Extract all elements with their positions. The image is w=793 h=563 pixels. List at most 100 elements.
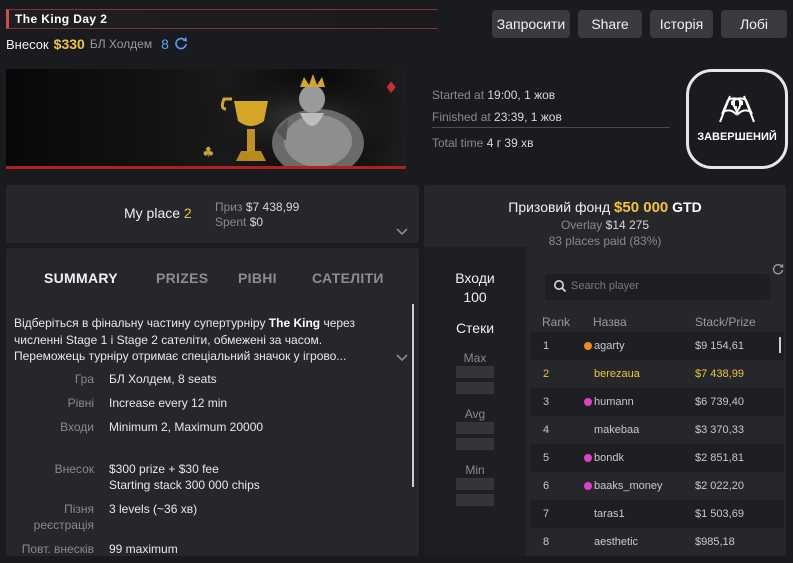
stacks-label: Стеки — [455, 320, 495, 336]
entries-label: Входи — [455, 270, 495, 286]
my-place-label: My place — [124, 205, 181, 221]
row-player-name: bondk — [594, 452, 624, 464]
col-stack[interactable]: Stack/Prize — [695, 315, 756, 329]
tab-satellites[interactable]: САТЕЛІТИ — [312, 270, 384, 286]
row-rank: 1 — [543, 340, 550, 352]
status-dot-icon — [584, 454, 592, 462]
search-player-input[interactable]: Search player — [545, 274, 770, 300]
tab-levels[interactable]: РІВНІ — [238, 270, 277, 286]
info-label: Пізня — [64, 502, 94, 516]
stats-box: Входи 100 Стеки Max Avg Min — [424, 247, 526, 556]
tab-summary[interactable]: SUMMARY — [44, 270, 118, 286]
row-rank: 4 — [543, 424, 550, 436]
lobby-button[interactable]: Лобі — [721, 10, 787, 38]
max-bar — [456, 366, 494, 378]
prize-pool-label: Призовий фонд — [508, 199, 611, 215]
status-dot-icon — [584, 482, 592, 490]
avg-bar-2 — [456, 438, 494, 450]
status-dot-icon — [584, 398, 592, 406]
list-scrollbar[interactable] — [779, 337, 781, 353]
info-label: Рівні — [67, 396, 94, 410]
history-button[interactable]: Історія — [650, 10, 713, 38]
row-stack: $9 154,61 — [695, 340, 744, 352]
table-row[interactable]: 1 agarty $9 154,61 — [531, 332, 784, 360]
prize-value: $7 438,99 — [245, 200, 300, 214]
scrollbar[interactable] — [412, 304, 414, 487]
reload-icon[interactable] — [772, 263, 784, 278]
description-highlight: The King — [268, 316, 321, 330]
info-value-stack: Starting stack 300 000 chips — [109, 478, 260, 492]
svg-text:♣: ♣ — [202, 145, 215, 161]
row-player-name: aesthetic — [594, 536, 639, 548]
table-row[interactable]: 4 makebaa $3 370,33 — [531, 416, 784, 444]
finished-label: Finished at — [432, 110, 491, 124]
tab-bar: SUMMARY PRIZES РІВНІ САТЕЛІТИ — [6, 270, 419, 290]
summary-panel: SUMMARY PRIZES РІВНІ САТЕЛІТИ Відберітьс… — [6, 248, 419, 556]
status-dot-icon — [584, 342, 592, 350]
row-player-name: makebaa — [594, 424, 640, 436]
row-stack: $2 022,20 — [695, 480, 744, 492]
overlay: Overlay $14 275 — [424, 218, 786, 232]
game-type: БЛ Холдем — [89, 37, 153, 51]
row-player-name: taras1 — [594, 508, 625, 520]
row-player-name: agarty — [594, 340, 625, 352]
started-label: Started at — [432, 88, 485, 102]
places-paid: 83 places paid (83%) — [548, 234, 662, 248]
buyin-amount: $330 — [53, 36, 85, 52]
divider — [432, 127, 670, 128]
info-label: Внесок — [54, 462, 94, 476]
row-stack: $985,18 — [695, 536, 735, 548]
row-player-name: humann — [594, 396, 634, 408]
banner-accent — [6, 166, 406, 169]
row-stack: $7 438,99 — [695, 368, 744, 380]
table-row[interactable]: 8 aesthetic $985,18 — [531, 528, 784, 556]
row-stack: $1 503,69 — [695, 508, 744, 520]
tab-prizes[interactable]: PRIZES — [156, 270, 208, 286]
expand-description-icon[interactable] — [396, 351, 408, 365]
started-value: 19:00, 1 жов — [487, 88, 556, 102]
col-name[interactable]: Назва — [593, 315, 627, 329]
share-button[interactable]: Share — [578, 10, 642, 38]
tournament-times: Started at 19:00, 1 жов Finished at 23:3… — [432, 84, 562, 128]
info-value: БЛ Холдем, 8 seats — [109, 372, 217, 386]
max-bar-2 — [456, 382, 494, 394]
prize-pool-amount: $50 000 — [614, 199, 669, 216]
refresh-icon[interactable] — [174, 36, 188, 53]
finish-flags-icon — [719, 95, 755, 123]
overlay-value: $14 275 — [605, 218, 650, 232]
row-rank: 8 — [543, 536, 550, 548]
row-rank: 5 — [543, 452, 550, 464]
spent-label: Spent — [215, 215, 247, 229]
avg-label: Avg — [464, 407, 486, 421]
table-row[interactable]: 7 taras1 $1 503,69 — [531, 500, 784, 528]
table-row[interactable]: 6 baaks_money $2 022,20 — [531, 472, 784, 500]
info-label-cont: реєстрація — [33, 518, 94, 532]
overlay-label: Overlay — [560, 218, 603, 232]
table-row[interactable]: 5 bondk $2 851,81 — [531, 444, 784, 472]
min-bar — [456, 478, 494, 490]
table-row[interactable]: 3 humann $6 739,40 — [531, 388, 784, 416]
col-rank[interactable]: Rank — [542, 315, 570, 329]
entries-value: 100 — [463, 289, 487, 305]
info-value: Minimum 2, Maximum 20000 — [109, 420, 264, 434]
entrants-count: 8 — [161, 36, 169, 52]
buyin-row: Внесок $330 БЛ Холдем 8 — [6, 35, 188, 53]
info-label: Входи — [60, 420, 94, 434]
chevron-down-icon[interactable] — [396, 225, 408, 239]
info-value: Increase every 12 min — [109, 396, 228, 410]
total-time: Total time 4 г 39 хв — [432, 136, 533, 150]
row-rank: 3 — [543, 396, 550, 408]
prize-pool-panel: Призовий фонд $50 000 GTD Overlay $14 27… — [424, 185, 786, 556]
tournament-banner: ♣ ♦ — [6, 69, 406, 169]
prize-info: Приз $7 438,99 Spent $0 — [215, 200, 299, 230]
row-player-name: baaks_money — [594, 480, 663, 492]
info-label: Повт. внесків — [21, 542, 94, 556]
status-badge: ЗАВЕРШЕНИЙ — [686, 69, 788, 169]
table-row[interactable]: 2 berezaua $7 438,99 — [531, 360, 784, 388]
request-button[interactable]: Запросити — [492, 10, 570, 38]
prize-pool: Призовий фонд $50 000 GTD — [424, 199, 786, 216]
row-stack: $3 370,33 — [695, 424, 744, 436]
prize-label: Приз — [215, 200, 243, 214]
max-label: Max — [463, 351, 487, 365]
total-time-value: 4 г 39 хв — [486, 136, 534, 150]
